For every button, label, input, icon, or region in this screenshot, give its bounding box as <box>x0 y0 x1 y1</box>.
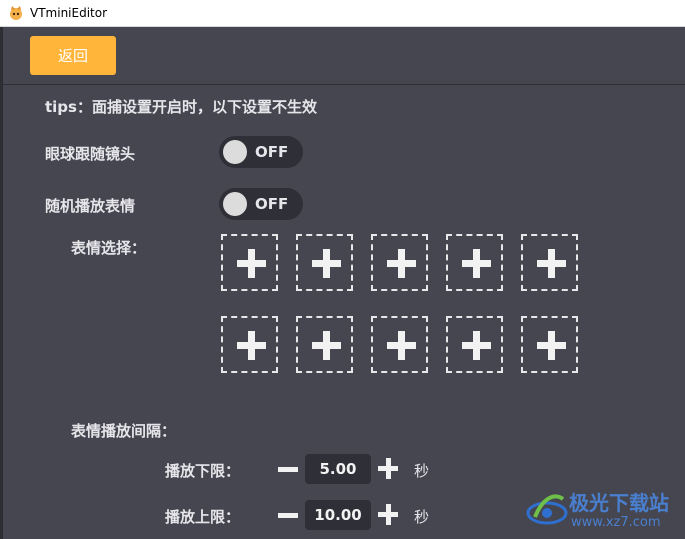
random-expression-state: OFF <box>255 195 289 213</box>
watermark: 极光下载站 www.xz7.com <box>525 485 680 535</box>
expression-slot-3[interactable] <box>371 234 428 291</box>
window-title: VTminiEditor <box>30 6 108 20</box>
app-icon <box>10 6 22 20</box>
expression-slot-5[interactable] <box>521 234 578 291</box>
interval-label: 表情播放间隔： <box>71 422 177 440</box>
upper-limit-input[interactable]: 10.00 <box>305 500 371 530</box>
back-button[interactable]: 返回 <box>30 36 116 75</box>
upper-increment-button[interactable] <box>378 504 400 526</box>
toggle-knob <box>223 140 247 164</box>
eye-follow-toggle[interactable]: OFF <box>219 136 303 168</box>
watermark-text: 极光下载站 <box>569 491 669 515</box>
upper-limit-unit: 秒 <box>414 508 430 526</box>
settings-panel: tips：面捕设置开启时，以下设置不生效 眼球跟随镜头 OFF 随机播放表情 O… <box>0 85 685 539</box>
expression-slot-8[interactable] <box>371 316 428 373</box>
upper-limit-label: 播放上限： <box>165 508 241 526</box>
expression-slot-1[interactable] <box>221 234 278 291</box>
lower-limit-unit: 秒 <box>414 462 430 480</box>
eye-follow-label: 眼球跟随镜头 <box>45 145 136 163</box>
expression-slot-2[interactable] <box>296 234 353 291</box>
upper-decrement-button[interactable] <box>278 504 300 526</box>
watermark-logo-icon <box>526 494 568 525</box>
lower-increment-button[interactable] <box>378 458 400 480</box>
random-expression-label: 随机播放表情 <box>45 197 136 215</box>
lower-limit-input[interactable]: 5.00 <box>305 454 371 484</box>
lower-limit-label: 播放下限： <box>165 462 241 480</box>
expression-slot-9[interactable] <box>446 316 503 373</box>
minus-icon <box>278 513 298 518</box>
random-expression-toggle[interactable]: OFF <box>219 188 303 220</box>
watermark-url: www.xz7.com <box>571 515 661 530</box>
title-bar: VTminiEditor <box>0 0 685 27</box>
eye-follow-state: OFF <box>255 143 289 161</box>
minus-icon <box>278 467 298 472</box>
toggle-knob <box>223 192 247 216</box>
header-bar: 返回 <box>3 27 685 85</box>
expression-slot-6[interactable] <box>221 316 278 373</box>
lower-decrement-button[interactable] <box>278 458 300 480</box>
tips-text: tips：面捕设置开启时，以下设置不生效 <box>45 98 317 116</box>
expression-slot-10[interactable] <box>521 316 578 373</box>
expression-slot-7[interactable] <box>296 316 353 373</box>
expression-slot-4[interactable] <box>446 234 503 291</box>
expression-select-label: 表情选择： <box>71 239 147 257</box>
